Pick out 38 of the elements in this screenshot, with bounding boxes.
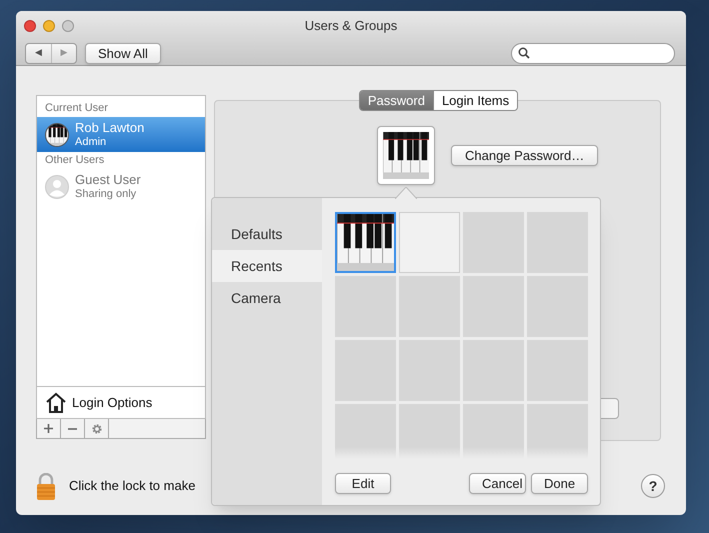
- change-password-button[interactable]: Change Password…: [451, 145, 598, 166]
- user-item[interactable]: Rob Lawton Admin: [37, 117, 205, 152]
- user-name: Guest User: [75, 172, 141, 186]
- search-icon: [518, 47, 530, 59]
- category-item[interactable]: Defaults: [212, 218, 322, 250]
- minimize-icon[interactable]: [43, 20, 55, 32]
- show-all-button[interactable]: Show All: [85, 42, 161, 64]
- tab[interactable]: Login Items: [432, 91, 518, 110]
- user-silhouette-icon: [45, 174, 69, 198]
- search-field[interactable]: [511, 42, 675, 64]
- close-icon[interactable]: [24, 20, 36, 32]
- section-heading: Current User: [44, 101, 109, 116]
- back-forward-control[interactable]: ◀ ▶: [25, 42, 77, 64]
- zoom-icon[interactable]: [62, 20, 74, 32]
- user-role: Admin: [75, 134, 108, 148]
- piano-picture: [337, 214, 394, 271]
- section-heading: Other Users: [44, 153, 106, 168]
- window-title: Users & Groups: [304, 17, 398, 35]
- help-button[interactable]: ?: [641, 474, 665, 498]
- picture-tile[interactable]: [335, 212, 396, 273]
- edit-button[interactable]: Edit: [335, 473, 391, 494]
- tab[interactable]: Password: [360, 91, 433, 110]
- picture-tile[interactable]: [399, 212, 460, 273]
- login-options-item[interactable]: Login Options: [36, 387, 206, 419]
- user-picture-well[interactable]: [377, 126, 435, 185]
- piano-picture: [383, 132, 429, 179]
- user-name: Rob Lawton: [75, 120, 144, 134]
- done-button[interactable]: Done: [531, 473, 588, 494]
- padlock-icon[interactable]: [36, 472, 56, 500]
- piano-avatar: [46, 124, 68, 146]
- login-options-label: Login Options: [72, 394, 152, 412]
- user-role: Sharing only: [75, 186, 138, 200]
- category-item[interactable]: Camera: [212, 282, 322, 314]
- user-item[interactable]: Guest User Sharing only: [37, 169, 205, 204]
- cancel-button[interactable]: Cancel: [469, 473, 526, 494]
- lock-message: Click the lock to make: [69, 477, 196, 496]
- house-icon: [45, 392, 67, 413]
- category-item[interactable]: Recents: [212, 250, 322, 282]
